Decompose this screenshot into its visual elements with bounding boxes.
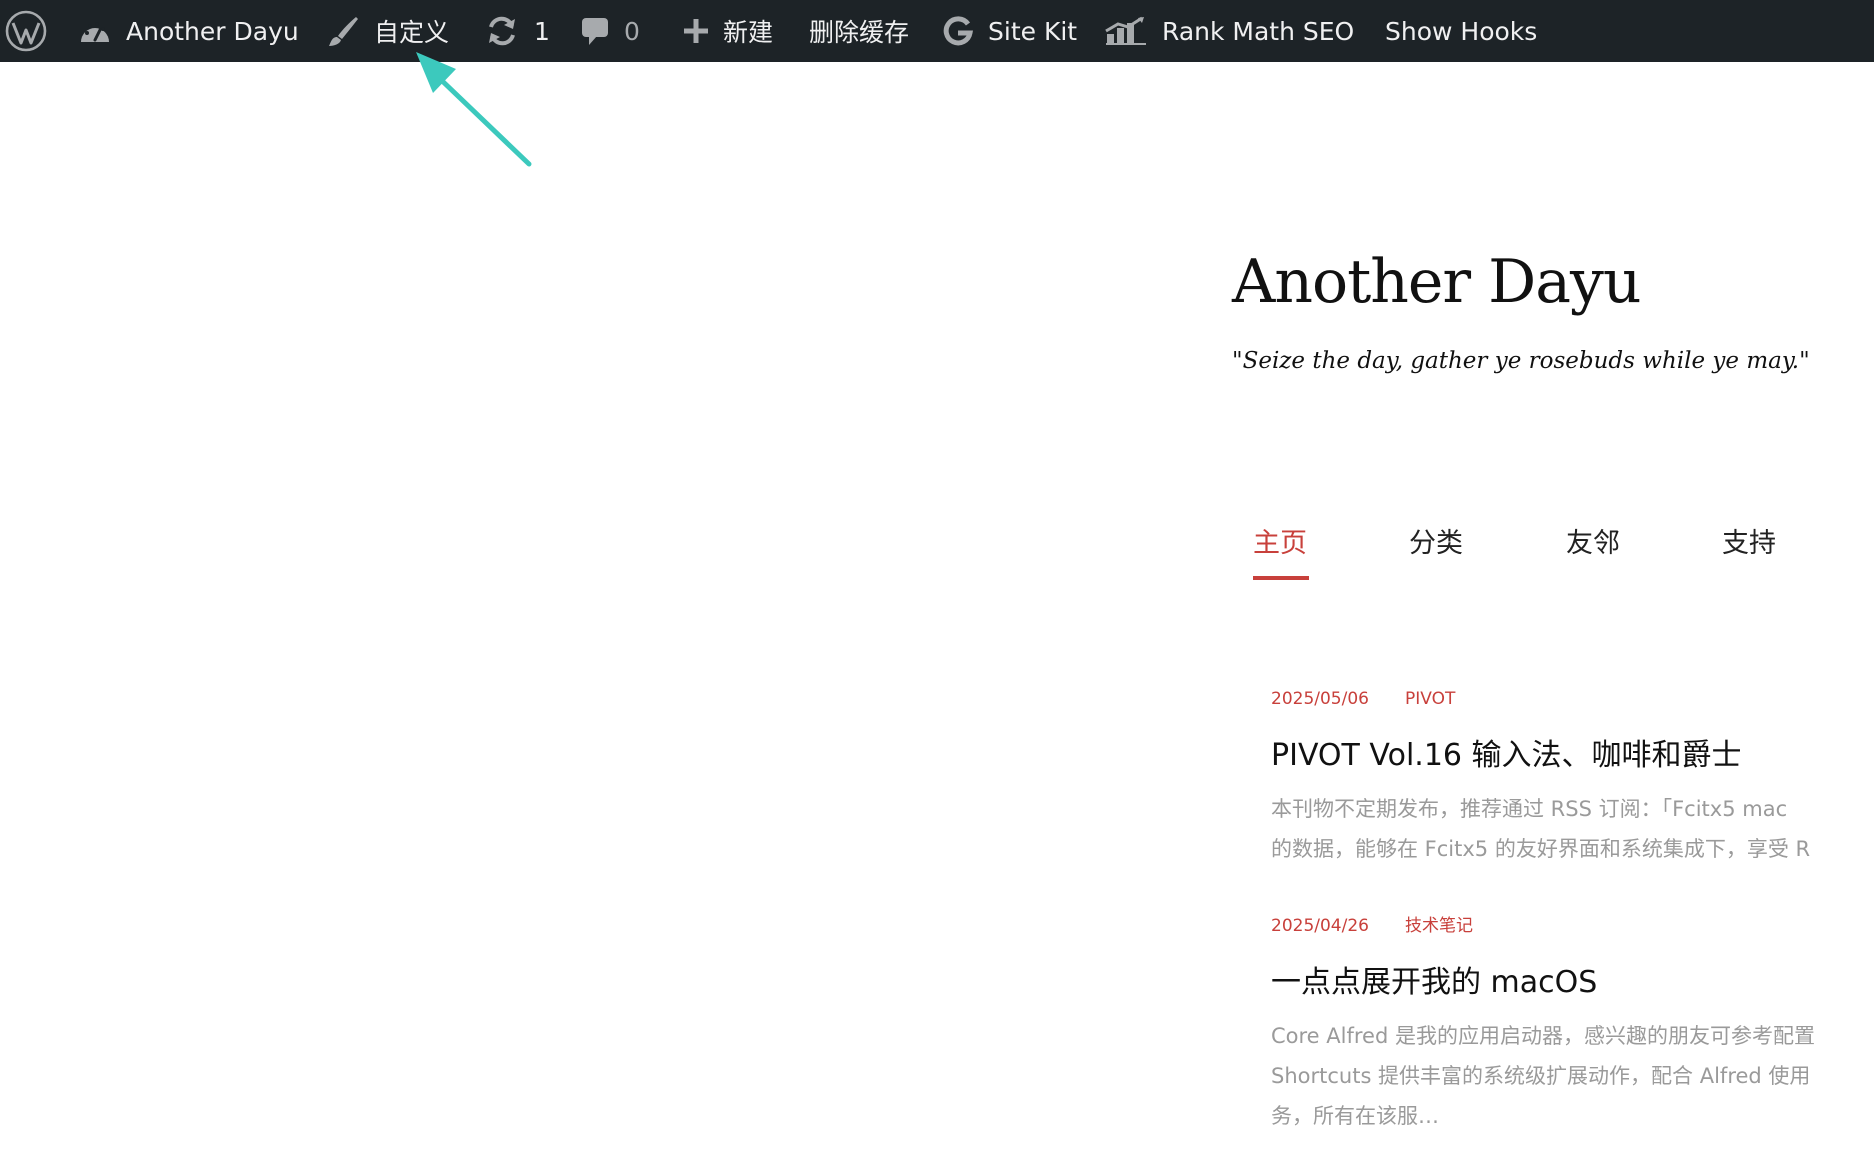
comments-count: 0 (624, 16, 640, 46)
post-excerpt-line: 本刊物不定期发布，推荐通过 RSS 订阅：「Fcitx5 mac (1271, 797, 1788, 821)
updates-link[interactable]: 1 (484, 0, 550, 62)
nav-active-indicator (1253, 576, 1309, 580)
post-title[interactable]: PIVOT Vol.16 输入法、咖啡和爵士 (1271, 741, 1874, 771)
post-excerpt-line: Core Alfred 是我的应用启动器，感兴趣的朋友可参考配置 (1271, 1024, 1815, 1048)
wordpress-icon (4, 9, 48, 53)
post-meta: 2025/04/26 技术笔记 (1271, 915, 1874, 937)
new-content-menu[interactable]: 新建 (681, 0, 773, 62)
post-excerpt-line: 的数据，能够在 Fcitx5 的友好界面和系统集成下，享受 R (1271, 837, 1811, 861)
admin-bar: Another Dayu 自定义 1 0 新建 删除缓存 Site Kit Ra… (0, 0, 1874, 62)
plus-icon (681, 16, 711, 46)
wp-logo-menu[interactable] (4, 0, 62, 62)
nav-item-support[interactable]: 支持 (1722, 530, 1776, 557)
show-hooks-label: Show Hooks (1385, 16, 1538, 46)
updates-count: 1 (534, 16, 550, 46)
site-kit-menu[interactable]: Site Kit (942, 0, 1077, 62)
show-hooks-link[interactable]: Show Hooks (1385, 0, 1537, 62)
site-tagline: "Seize the day, gather ye rosebuds while… (1232, 348, 1810, 374)
post-category[interactable]: PIVOT (1405, 689, 1455, 709)
nav-item-home[interactable]: 主页 (1253, 530, 1307, 557)
post-item: 2025/04/26 技术笔记 一点点展开我的 macOS Core Alfred… (1271, 915, 1874, 1136)
rank-math-icon (1104, 15, 1148, 47)
nav-item-categories[interactable]: 分类 (1409, 530, 1463, 557)
post-meta: 2025/05/06 PIVOT (1271, 688, 1874, 710)
site-title[interactable]: Another Dayu (1232, 252, 1642, 312)
post-date: 2025/04/26 (1271, 916, 1369, 936)
clear-cache-label: 删除缓存 (809, 18, 910, 47)
post-excerpt: 本刊物不定期发布，推荐通过 RSS 订阅：「Fcitx5 mac 的数据，能够在… (1271, 789, 1874, 869)
rank-math-menu[interactable]: Rank Math SEO (1104, 0, 1354, 62)
clear-cache-link[interactable]: 删除缓存 (809, 0, 909, 62)
post-title[interactable]: 一点点展开我的 macOS (1271, 968, 1874, 998)
brush-icon (326, 14, 360, 48)
comment-icon (580, 15, 610, 47)
post-excerpt: Core Alfred 是我的应用启动器，感兴趣的朋友可参考配置 Shortcu… (1271, 1016, 1874, 1136)
post-item: 2025/05/06 PIVOT PIVOT Vol.16 输入法、咖啡和爵士 本… (1271, 688, 1874, 869)
nav-item-friends[interactable]: 友邻 (1566, 530, 1620, 557)
site-name-label: Another Dayu (126, 16, 299, 46)
post-category[interactable]: 技术笔记 (1405, 916, 1473, 936)
customize-label: 自定义 (374, 18, 450, 47)
google-icon (942, 15, 974, 47)
post-excerpt-line: 务，所有在该服… (1271, 1104, 1439, 1128)
post-date: 2025/05/06 (1271, 689, 1369, 709)
customize-link[interactable]: 自定义 (326, 0, 449, 62)
updates-icon (484, 15, 520, 47)
post-excerpt-line: Shortcuts 提供丰富的系统级扩展动作，配合 Alfred 使用 (1271, 1064, 1811, 1088)
site-kit-label: Site Kit (988, 16, 1078, 46)
rank-math-label: Rank Math SEO (1162, 16, 1355, 46)
site-name-menu[interactable]: Another Dayu (78, 0, 299, 62)
new-label: 新建 (723, 18, 774, 47)
comments-link[interactable]: 0 (580, 0, 640, 62)
dashboard-icon (78, 16, 112, 46)
